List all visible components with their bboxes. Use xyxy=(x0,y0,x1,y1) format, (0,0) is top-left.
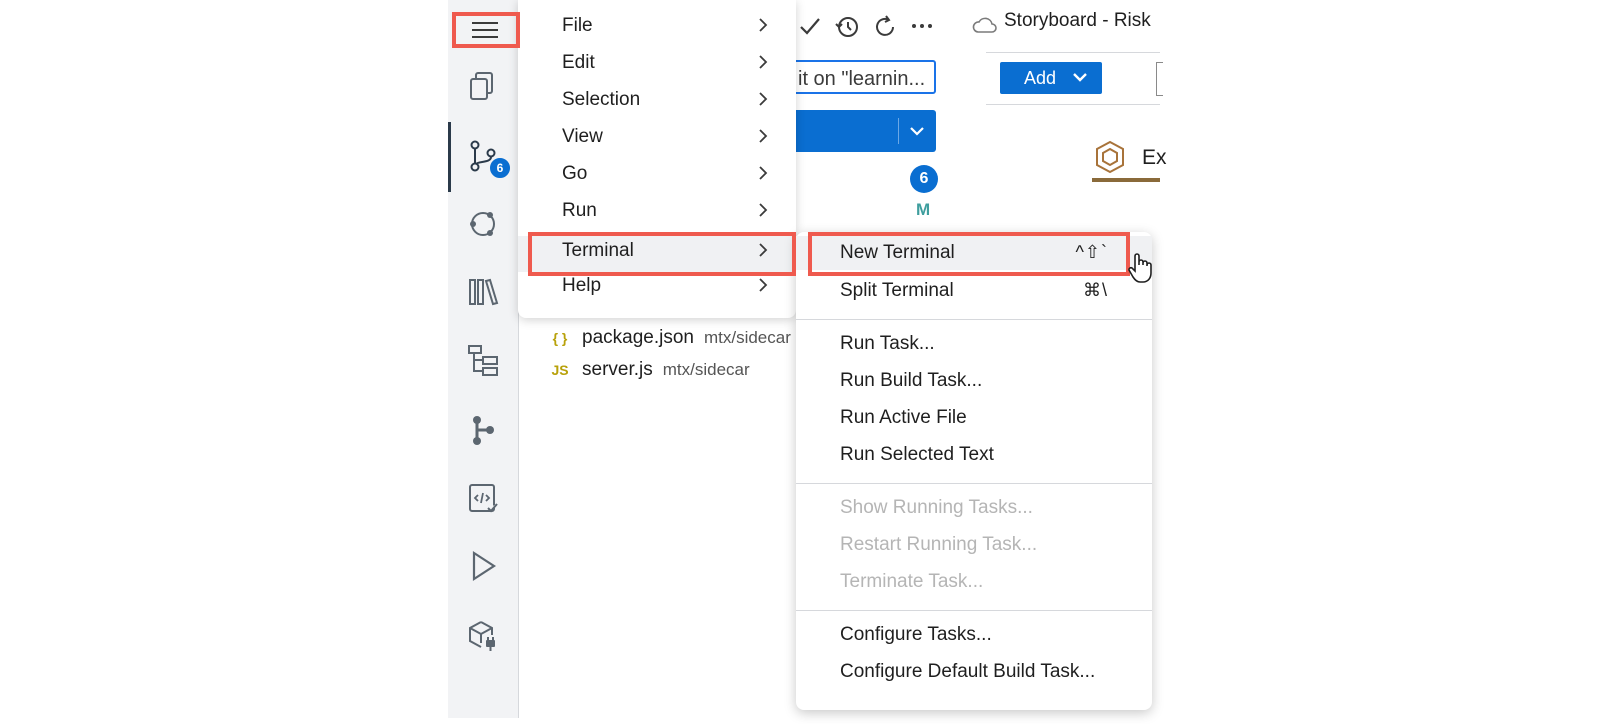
file-name: package.json xyxy=(582,327,694,348)
keyboard-shortcut: ⌘\ xyxy=(1082,280,1108,300)
menu-separator xyxy=(796,319,1152,320)
menu-item-run[interactable]: Run xyxy=(518,193,796,229)
javascript-file-icon: JS xyxy=(551,362,569,378)
refresh-icon[interactable] xyxy=(872,14,898,47)
git-branch-icon[interactable] xyxy=(463,410,503,450)
list-item[interactable]: { } package.json mtx/sidecar xyxy=(548,323,791,353)
menu-item-label: Run Task... xyxy=(840,333,935,354)
menu-item-run-build-task[interactable]: Run Build Task... xyxy=(796,364,1152,398)
chevron-right-icon xyxy=(759,166,768,180)
chevron-down-icon xyxy=(1073,73,1087,82)
chevron-right-icon xyxy=(759,203,768,217)
active-tab-indicator xyxy=(1092,178,1160,182)
menu-item-run-selected-text[interactable]: Run Selected Text xyxy=(796,438,1152,472)
menu-item-label: Run Selected Text xyxy=(840,444,994,465)
activity-bar: 6 xyxy=(448,0,519,718)
hexagon-icon xyxy=(1096,140,1124,174)
menu-item-go[interactable]: Go xyxy=(518,156,796,192)
chevron-right-icon xyxy=(759,18,768,32)
menu-item-label: Restart Running Task... xyxy=(840,534,1038,555)
menu-item-label: Run Active File xyxy=(840,407,967,428)
menu-item-show-running-tasks: Show Running Tasks... xyxy=(796,491,1152,525)
graph-icon[interactable] xyxy=(463,204,503,244)
source-control-badge: 6 xyxy=(488,156,512,180)
chevron-right-icon xyxy=(759,92,768,106)
cloud-icon xyxy=(972,17,997,33)
menu-item-label: File xyxy=(562,15,593,36)
explorer-icon[interactable] xyxy=(463,66,503,106)
modified-flag: M xyxy=(916,200,931,219)
chevron-right-icon xyxy=(759,129,768,143)
menu-item-label: Edit xyxy=(562,52,595,73)
chevron-right-icon xyxy=(759,278,768,292)
commit-check-icon[interactable] xyxy=(798,14,822,45)
commit-message-input[interactable]: it on "learnin... xyxy=(790,60,936,94)
menu-separator xyxy=(796,483,1152,484)
code-check-icon[interactable] xyxy=(463,478,503,518)
chevron-down-icon[interactable] xyxy=(902,114,932,144)
highlight-box xyxy=(452,12,520,48)
menu-item-label: Run xyxy=(562,200,597,221)
menu-item-label: Terminate Task... xyxy=(840,571,984,592)
active-view-indicator xyxy=(448,122,451,192)
menu-item-file[interactable]: File xyxy=(518,8,796,44)
add-button[interactable]: Add xyxy=(1000,62,1102,94)
menu-item-label: Show Running Tasks... xyxy=(840,497,1033,518)
json-file-icon: { } xyxy=(552,330,568,346)
menu-item-label: Configure Tasks... xyxy=(840,624,992,645)
menu-item-split-terminal[interactable]: Split Terminal ⌘\ xyxy=(796,274,1152,308)
menu-item-label: Help xyxy=(562,275,602,296)
hand-cursor-icon xyxy=(1128,253,1152,283)
menu-item-label: Configure Default Build Task... xyxy=(840,661,1096,682)
list-item[interactable]: JS server.js mtx/sidecar xyxy=(548,355,750,385)
menu-item-configure-tasks[interactable]: Configure Tasks... xyxy=(796,618,1152,652)
commit-button-divider xyxy=(898,118,899,144)
history-icon[interactable] xyxy=(834,14,860,47)
cube-plug-icon[interactable] xyxy=(463,616,503,656)
terminal-submenu: New Terminal ^⇧` Split Terminal ⌘\ Run T… xyxy=(796,232,1152,710)
menu-item-label: Split Terminal xyxy=(840,280,954,301)
menu-item-restart-running-task: Restart Running Task... xyxy=(796,528,1152,562)
more-actions-icon[interactable] xyxy=(910,10,934,43)
file-name: server.js xyxy=(582,359,653,380)
commit-button[interactable] xyxy=(790,110,936,152)
menu-item-run-active-file[interactable]: Run Active File xyxy=(796,401,1152,435)
menu-item-label: Selection xyxy=(562,89,641,110)
chevron-right-icon xyxy=(759,55,768,69)
changes-count-badge: 6 xyxy=(910,165,938,193)
run-icon[interactable] xyxy=(463,546,503,586)
library-icon[interactable] xyxy=(463,272,503,312)
file-path: mtx/sidecar xyxy=(662,360,750,379)
highlight-box xyxy=(808,232,1130,276)
highlight-box xyxy=(528,232,796,276)
hierarchy-icon[interactable] xyxy=(463,340,503,380)
menu-item-selection[interactable]: Selection xyxy=(518,82,796,118)
menu-item-configure-default-build-task[interactable]: Configure Default Build Task... xyxy=(796,655,1152,689)
menu-item-edit[interactable]: Edit xyxy=(518,45,796,81)
explore-tab-label[interactable]: Ex xyxy=(1142,146,1167,170)
menu-item-label: View xyxy=(562,126,603,147)
divider xyxy=(986,52,1160,53)
editor-tab-title[interactable]: Storyboard - Risk xyxy=(1004,10,1151,32)
menu-item-run-task[interactable]: Run Task... xyxy=(796,327,1152,361)
menu-item-label: Run Build Task... xyxy=(840,370,983,391)
menu-item-terminate-task: Terminate Task... xyxy=(796,565,1152,599)
menu-separator xyxy=(796,610,1152,611)
dropdown-field[interactable] xyxy=(1156,62,1163,96)
menu-item-label: Go xyxy=(562,163,588,184)
divider xyxy=(986,104,1160,105)
file-path: mtx/sidecar xyxy=(703,328,791,347)
menu-item-view[interactable]: View xyxy=(518,119,796,155)
add-button-label: Add xyxy=(1024,68,1057,88)
